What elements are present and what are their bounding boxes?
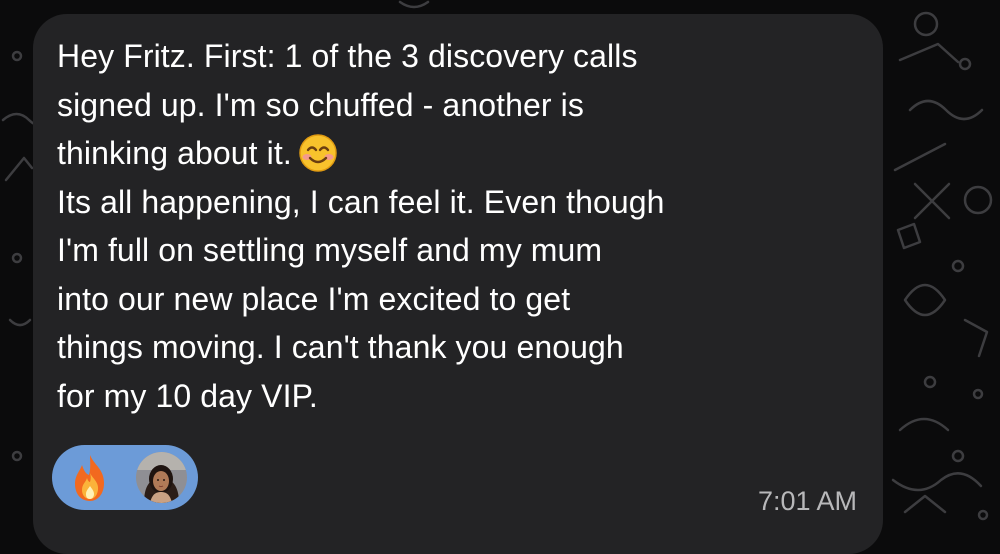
message-text: Hey Fritz. First: 1 of the 3 discovery c… bbox=[57, 32, 847, 420]
message-line: Its all happening, I can feel it. Even t… bbox=[57, 183, 665, 220]
avatar-image bbox=[136, 452, 187, 503]
message-line: things moving. I can't thank you enough bbox=[57, 329, 624, 365]
message-line: signed up. I'm so chuffed - another is bbox=[57, 86, 584, 123]
smiling-face-icon bbox=[299, 133, 337, 172]
message-line: I'm full on settling myself and my mum bbox=[57, 232, 603, 268]
avatar[interactable] bbox=[136, 452, 187, 503]
message-line-text: thinking about it. bbox=[57, 135, 292, 171]
message-timestamp: 7:01 AM bbox=[757, 486, 857, 516]
message-line: into our new place I'm excited to get bbox=[57, 280, 571, 317]
reaction-pill[interactable] bbox=[52, 445, 198, 510]
message-line: for my 10 day VIP. bbox=[57, 377, 318, 414]
fire-icon bbox=[75, 455, 104, 501]
message-line: Hey Fritz. First: 1 of the 3 discovery c… bbox=[57, 38, 638, 74]
message-line: thinking about it. bbox=[57, 129, 847, 178]
